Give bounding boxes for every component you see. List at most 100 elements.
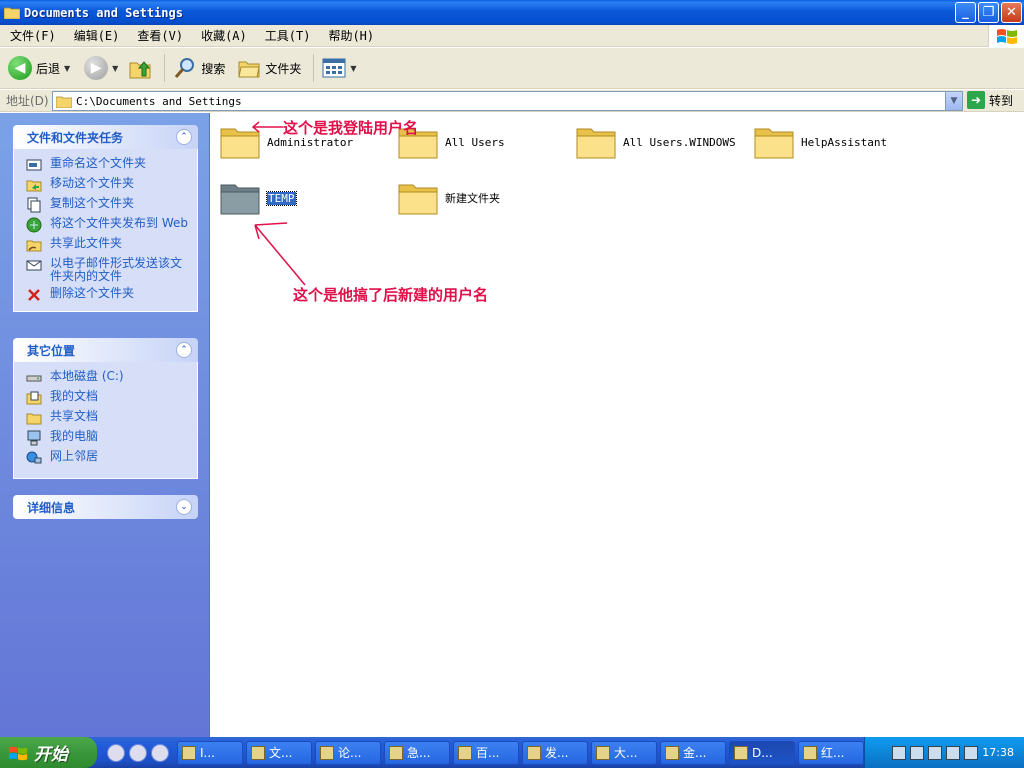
place-shared-documents[interactable]: 共享文档	[26, 410, 191, 426]
search-label: 搜索	[201, 61, 226, 76]
network-status-icon[interactable]	[964, 745, 979, 760]
chevron-down-icon[interactable]: ▼	[112, 64, 118, 73]
menu-file[interactable]: 文件(F)	[0, 27, 64, 44]
task-share-label: 共享此文件夹	[50, 236, 123, 250]
my-documents-icon	[26, 391, 42, 405]
start-button[interactable]: 开始	[0, 737, 97, 768]
task-delete[interactable]: 删除这个文件夹	[26, 287, 191, 303]
email-icon	[26, 260, 42, 271]
task-publish[interactable]: 将这个文件夹发布到 Web	[26, 217, 191, 233]
taskbar-button-label: 红...	[821, 746, 845, 760]
details-title: 详细信息	[27, 500, 76, 515]
forward-button[interactable]: ▶ ▼	[84, 52, 118, 84]
menu-view[interactable]: 查看(V)	[127, 27, 191, 44]
taskbar-button[interactable]: 论...	[315, 740, 381, 765]
minimize-icon: _	[962, 5, 969, 20]
system-tray: 17:38	[864, 737, 1024, 768]
taskbar-button-label: D...	[752, 745, 773, 760]
taskbar-button[interactable]: 发...	[522, 740, 588, 765]
taskbar-button[interactable]: 金...	[660, 740, 726, 765]
toolbar-divider	[313, 54, 315, 82]
taskbar-button[interactable]: 大...	[591, 740, 657, 765]
views-button[interactable]: ▼	[322, 52, 357, 84]
taskbar-button[interactable]: 文...	[246, 740, 312, 765]
camera-icon[interactable]	[946, 745, 961, 760]
internet-explorer-icon[interactable]	[129, 743, 147, 762]
details-header[interactable]: 详细信息 ⌄	[13, 495, 198, 519]
taskbar-button[interactable]: I...	[177, 740, 243, 765]
clock[interactable]: 17:38	[982, 746, 1014, 759]
task-rename[interactable]: 重命名这个文件夹	[26, 157, 191, 173]
taskbar-button-label: 百...	[476, 746, 500, 760]
minimize-button[interactable]: _	[955, 2, 976, 23]
chevron-down-icon[interactable]: ▼	[350, 64, 356, 73]
other-places-header[interactable]: 其它位置 ⌃	[13, 338, 198, 362]
taskbar-button-label: 发...	[545, 746, 569, 760]
taskbar-button[interactable]: 百...	[453, 740, 519, 765]
address-bar: 地址(D) C:\Documents and Settings ▼ ➜ 转到	[0, 90, 1024, 112]
taskbar-button-active[interactable]: D...	[729, 740, 795, 765]
app-icon	[527, 745, 541, 760]
annotation-new-user: 这个是他搞了后新建的用户名	[293, 286, 489, 304]
media-player-icon[interactable]	[107, 743, 125, 762]
collapse-icon[interactable]: ⌃	[176, 129, 192, 145]
task-email[interactable]: 以电子邮件形式发送该文件夹内的文件	[26, 257, 191, 283]
taskbar-button-label: 金...	[683, 746, 707, 760]
toolbar-divider	[164, 54, 166, 82]
windows-logo-icon	[8, 746, 28, 760]
taskbar-button[interactable]: 急...	[384, 740, 450, 765]
collapse-icon[interactable]: ⌃	[176, 342, 192, 358]
address-input[interactable]: C:\Documents and Settings ▼	[52, 91, 963, 111]
place-my-computer[interactable]: 我的电脑	[26, 430, 191, 446]
file-tasks-header[interactable]: 文件和文件夹任务 ⌃	[13, 125, 198, 149]
tool-icon[interactable]	[910, 745, 925, 760]
search-button[interactable]: 搜索	[173, 52, 225, 84]
menu-favorites[interactable]: 收藏(A)	[191, 27, 255, 44]
browser-icon[interactable]	[151, 743, 169, 762]
folder-item[interactable]: HelpAssistant	[753, 121, 887, 163]
task-copy[interactable]: 复制这个文件夹	[26, 197, 191, 213]
folder-name: HelpAssistant	[801, 135, 888, 149]
taskbar-button[interactable]: 红...	[798, 740, 864, 765]
go-arrow-icon: ➜	[967, 91, 985, 109]
app-icon	[596, 745, 610, 760]
folder-name: All Users.WINDOWS	[623, 135, 736, 149]
go-button[interactable]: ➜ 转到	[967, 91, 1013, 109]
folders-label: 文件夹	[265, 61, 302, 76]
close-button[interactable]: ✕	[1001, 2, 1022, 23]
taskbar: 开始 I... 文... 论... 急... 百... 发... 大... 金.…	[0, 737, 1024, 768]
menu-edit[interactable]: 编辑(E)	[64, 27, 128, 44]
annotation-arrows	[251, 121, 306, 286]
place-my-documents-label: 我的文档	[50, 389, 99, 403]
maximize-button[interactable]: ❐	[978, 2, 999, 23]
expand-icon[interactable]: ⌄	[176, 499, 192, 515]
menu-help[interactable]: 帮助(H)	[318, 27, 382, 44]
details-panel: 详细信息 ⌄	[13, 495, 198, 519]
place-local-disk[interactable]: 本地磁盘 (C:)	[26, 370, 191, 386]
keyboard-icon[interactable]	[892, 745, 907, 760]
network-icon	[26, 451, 42, 464]
chevron-down-icon[interactable]: ▼	[64, 64, 70, 73]
place-shared-documents-label: 共享文档	[50, 409, 99, 423]
place-local-disk-label: 本地磁盘 (C:)	[50, 369, 124, 383]
close-icon: ✕	[1006, 5, 1017, 20]
back-button[interactable]: ◀ 后退 ▼	[8, 52, 70, 84]
views-icon	[322, 58, 346, 78]
task-delete-label: 删除这个文件夹	[50, 286, 135, 300]
app-icon	[251, 745, 265, 760]
annotation-login-user: 这个是我登陆用户名	[283, 119, 419, 137]
file-tasks-panel: 文件和文件夹任务 ⌃ 重命名这个文件夹 移动这个文件夹 复制这个文件夹 将这个文…	[13, 125, 198, 312]
expand-tray-icon[interactable]	[928, 745, 943, 760]
task-move[interactable]: 移动这个文件夹	[26, 177, 191, 193]
place-network[interactable]: 网上邻居	[26, 450, 191, 466]
address-dropdown-button[interactable]: ▼	[945, 92, 962, 110]
title-bar[interactable]: Documents and Settings _ ❐ ✕	[0, 0, 1024, 25]
task-share[interactable]: 共享此文件夹	[26, 237, 191, 253]
quick-launch	[107, 743, 169, 762]
place-my-documents[interactable]: 我的文档	[26, 390, 191, 406]
folder-icon	[754, 128, 794, 159]
publish-web-icon	[26, 217, 42, 233]
folders-button[interactable]: 文件夹	[237, 52, 301, 84]
menu-tools[interactable]: 工具(T)	[255, 27, 319, 44]
up-folder-button[interactable]	[128, 52, 152, 84]
